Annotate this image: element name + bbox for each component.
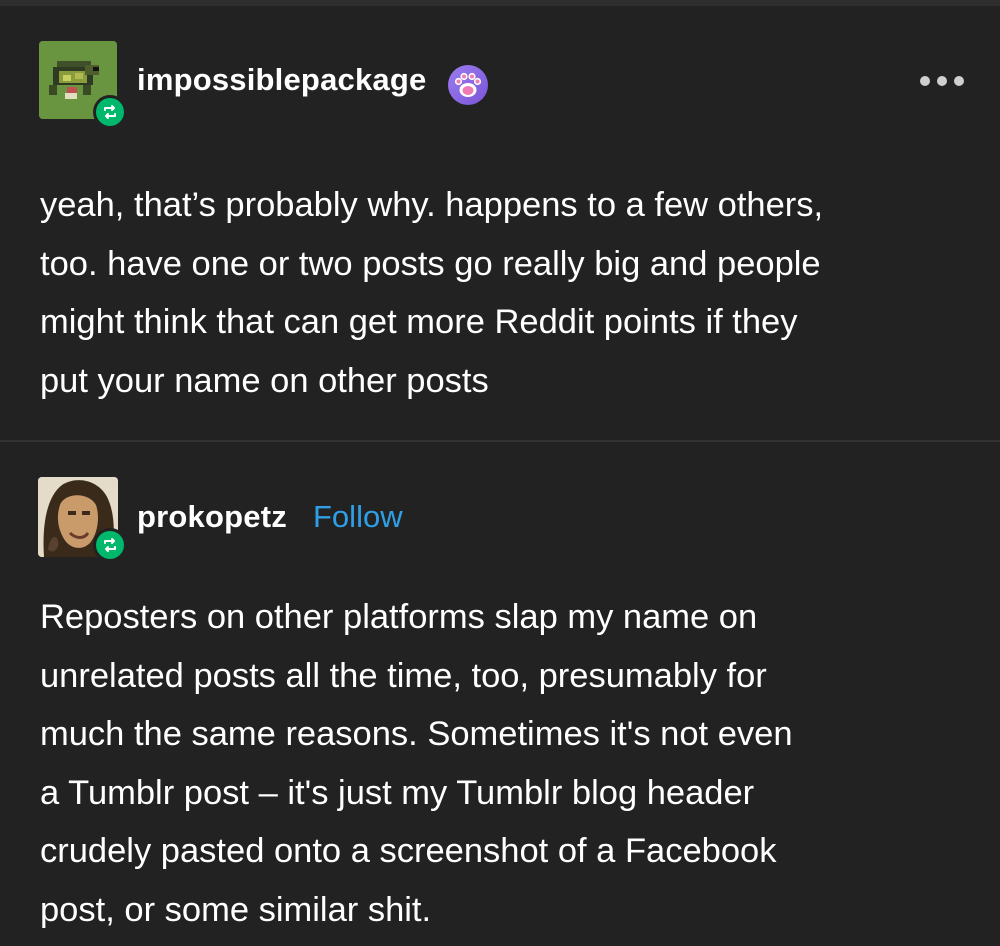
more-options-icon[interactable] — [920, 69, 964, 93]
dot — [954, 76, 964, 86]
reblog-icon — [93, 528, 127, 562]
body-line: crudely pasted onto a screenshot of a Fa… — [40, 832, 777, 870]
body-line: yeah, that’s probably why. happens to a … — [40, 186, 824, 224]
body-line: post, or some similar shit. — [40, 890, 432, 929]
post-impossiblepackage: impossiblepackage yeah, that’s probably … — [0, 6, 1000, 440]
follow-button[interactable]: Follow — [313, 499, 403, 535]
post-body: Reposters on other platforms slap my nam… — [40, 588, 970, 939]
dot — [937, 76, 947, 86]
post-prokopetz: prokopetz Follow Reposters on other plat… — [0, 442, 1000, 946]
body-line: too. have one or two posts go really big… — [40, 244, 821, 283]
post-body: yeah, that’s probably why. happens to a … — [40, 176, 970, 410]
username[interactable]: prokopetz — [137, 499, 287, 535]
dot — [920, 76, 930, 86]
body-line: put your name on other posts — [40, 361, 489, 400]
body-line: a Tumblr post – it's just my Tumblr blog… — [40, 773, 755, 812]
reblog-icon — [93, 95, 127, 129]
body-line: might think that can get more Reddit poi… — [40, 303, 798, 341]
body-line: Reposters on other platforms slap my nam… — [40, 598, 758, 636]
username[interactable]: impossiblepackage — [137, 62, 426, 98]
body-line: much the same reasons. Sometimes it's no… — [40, 715, 793, 753]
paw-icon — [447, 64, 489, 106]
body-line: unrelated posts all the time, too, presu… — [40, 656, 767, 695]
